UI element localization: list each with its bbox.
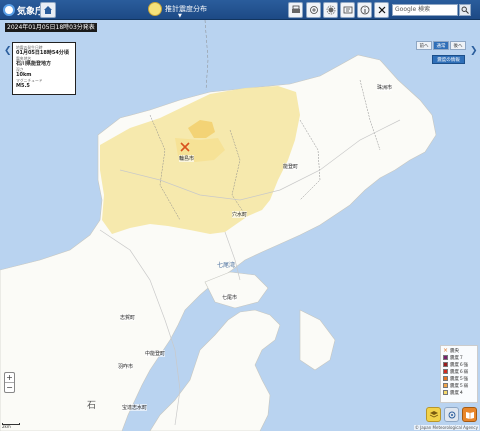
legend-item: 震度５強 <box>443 375 475 382</box>
next-button[interactable]: 後へ <box>450 41 466 50</box>
bottom-tools <box>426 407 477 422</box>
map-credit: © Japan Meteorological Agency <box>413 425 479 430</box>
magnitude-value: M5.5 <box>16 83 30 89</box>
intensity-info-button[interactable]: 震度の情報 <box>432 55 465 64</box>
legend-label: 震度６強 <box>450 362 468 368</box>
scale-label: 2km <box>2 424 11 429</box>
issue-date-banner: 2024年01月05日18時03分発表 <box>5 23 97 32</box>
legend-item: 震度４ <box>443 389 475 396</box>
help-icon <box>343 6 352 14</box>
x-share-button[interactable] <box>374 2 389 18</box>
intensity-swatch <box>443 376 448 381</box>
zoom-out-button[interactable]: − <box>5 383 14 393</box>
settings-icon <box>326 5 335 15</box>
zoom-in-button[interactable]: + <box>5 373 14 383</box>
share-button[interactable] <box>306 2 321 18</box>
view-controls: 前へ 通常 後へ 震度の情報 <box>416 41 468 65</box>
map-label-suzu: 珠洲市 <box>377 84 393 91</box>
right-panel-arrow-icon[interactable]: ❯ <box>470 45 478 57</box>
legend-label: 震度５強 <box>450 376 468 382</box>
prev-button[interactable]: 前へ <box>416 41 432 50</box>
home-button[interactable] <box>40 2 56 18</box>
legend-item: × 震央 <box>443 347 475 354</box>
legend-label: 震度６弱 <box>450 369 468 375</box>
search-button[interactable] <box>459 4 471 16</box>
epicenter-swatch-icon: × <box>443 347 449 354</box>
intensity-swatch <box>443 390 448 395</box>
current-button[interactable]: 通常 <box>433 41 449 50</box>
estimated-intensity-icon <box>148 2 162 16</box>
print-button[interactable] <box>288 2 303 18</box>
map-label-noto-town: 能登町 <box>283 163 299 170</box>
map-label-shika: 志賀町 <box>120 314 136 321</box>
legend-item: 震度６強 <box>443 361 475 368</box>
search-input[interactable]: Google 検索 <box>392 4 458 16</box>
legend-label: 震度７ <box>450 355 464 361</box>
map-label-hakui: 羽咋市 <box>118 363 134 370</box>
intensity-swatch <box>443 383 448 388</box>
layers-icon <box>429 410 438 417</box>
map-label-wajima: 輪島市 <box>179 155 195 162</box>
legend-item: 震度６弱 <box>443 368 475 375</box>
guide-button[interactable] <box>462 407 477 422</box>
zoom-control: + − <box>4 372 15 393</box>
intensity-swatch <box>443 369 448 374</box>
info-icon <box>360 5 369 15</box>
intensity-swatch <box>443 355 448 360</box>
settings-button[interactable] <box>323 2 338 18</box>
location-icon <box>448 411 455 418</box>
map-label-nakanoto: 中能登町 <box>145 350 166 357</box>
jma-logo[interactable]: 気象庁 <box>3 3 44 17</box>
intensity-legend: × 震央 震度７ 震度６強 震度６弱 震度５強 震度５弱 震度４ <box>440 345 478 403</box>
print-icon <box>291 5 300 13</box>
share-icon <box>309 6 318 14</box>
legend-label: 震度４ <box>450 390 464 396</box>
jma-logo-icon <box>3 4 15 16</box>
home-icon <box>44 6 52 14</box>
info-button[interactable] <box>357 2 372 18</box>
map-label-ishikawa: 石 <box>87 401 97 411</box>
intensity-swatch <box>443 362 448 367</box>
legend-item: 震度５弱 <box>443 382 475 389</box>
mode-label: 推計震度分布 <box>165 5 207 13</box>
left-panel-arrow-icon[interactable]: ❮ <box>4 45 12 57</box>
search-icon <box>461 6 469 14</box>
book-icon <box>465 411 474 419</box>
legend-label: 震度５弱 <box>450 383 468 389</box>
chevron-down-icon[interactable]: ▼ <box>178 13 182 19</box>
top-toolbar: 気象庁 推計震度分布 ▼ Google 検索 <box>0 0 480 20</box>
legend-label: 震央 <box>450 348 459 354</box>
map-label-hodatsushimizu: 宝達志水町 <box>122 404 148 411</box>
x-logo-icon <box>378 6 385 14</box>
location-button[interactable] <box>444 407 459 422</box>
map-label-nanao-bay: 七尾湾 <box>217 262 236 269</box>
help-button[interactable] <box>340 2 355 18</box>
earthquake-info-card: 地震の発生日時 01月05日18時54分頃 震央地名 石川県能登地方 深さ 10… <box>12 42 76 95</box>
map-label-anamizu: 穴水町 <box>232 211 248 218</box>
map-label-nanao: 七尾市 <box>222 294 238 301</box>
legend-item: 震度７ <box>443 354 475 361</box>
layer-button[interactable] <box>426 407 441 422</box>
